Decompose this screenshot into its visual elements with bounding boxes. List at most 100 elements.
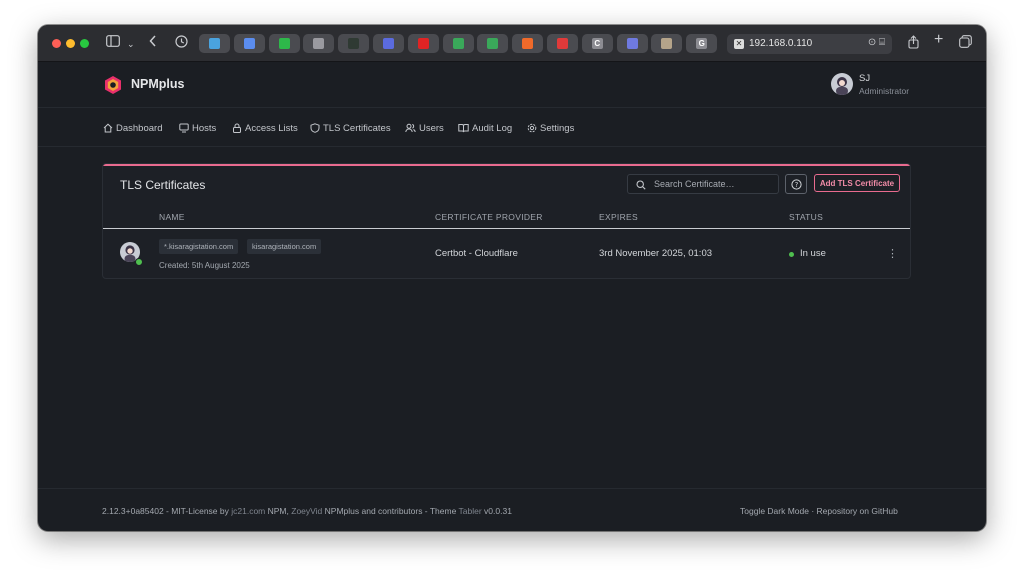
tab-favicon-icon <box>452 38 464 49</box>
tab-favicon-icon <box>626 38 638 49</box>
browser-tab-7[interactable] <box>407 34 439 53</box>
column-status: STATUS <box>789 212 824 222</box>
browser-tab-1[interactable] <box>199 34 230 53</box>
home-icon <box>103 123 113 133</box>
browser-tab-13[interactable] <box>616 34 648 53</box>
browser-tab-10[interactable] <box>512 34 544 53</box>
reader-icon[interactable]: ⊙ ⌸ <box>868 37 885 48</box>
expires-date: 3rd November 2025, 01:03 <box>599 248 713 259</box>
tab-favicon-icon <box>417 38 429 49</box>
help-button[interactable]: ? <box>785 174 807 194</box>
nav-access-lists-label: Access Lists <box>245 122 298 134</box>
footer-link-jc21[interactable]: jc21.com <box>231 506 265 516</box>
browser-tab-3[interactable] <box>268 34 300 53</box>
tab-favicon-icon <box>557 38 568 49</box>
users-icon <box>405 123 416 133</box>
nav-dashboard[interactable]: Dashboard <box>103 121 162 135</box>
browser-tab-2[interactable] <box>233 34 265 53</box>
sidebar-toggle-icon[interactable] <box>106 35 120 51</box>
nav-settings-label: Settings <box>540 122 575 134</box>
tab-favicon-icon: C <box>591 38 603 49</box>
tab-favicon-icon <box>487 38 499 49</box>
history-icon[interactable] <box>175 35 188 52</box>
browser-tab-11[interactable] <box>547 34 578 53</box>
lock-icon <box>233 123 241 133</box>
footer-link-zoeyvid[interactable]: ZoeyVid <box>291 506 322 516</box>
zoom-window-button[interactable] <box>80 39 89 48</box>
browser-toolbar: ⌄ C G ✕ 192.168.0.110 ⊙ ⌸ + <box>38 25 986 62</box>
brand-name[interactable]: NPMplus <box>131 77 184 91</box>
chevron-down-icon[interactable]: ⌄ <box>127 36 135 52</box>
tab-favicon-icon <box>522 38 534 49</box>
table-header: NAME CERTIFICATE PROVIDER EXPIRES STATUS <box>103 205 910 229</box>
url-text: 192.168.0.110 <box>749 38 813 49</box>
footer-text-1: NPM, <box>265 506 292 516</box>
column-provider: CERTIFICATE PROVIDER <box>435 212 543 222</box>
domain-tag: *.kisaragistation.com <box>159 239 239 254</box>
nav-tls-certificates-label: TLS Certificates <box>323 122 391 134</box>
back-icon[interactable] <box>149 35 157 51</box>
nav-tls-certificates[interactable]: TLS Certificates <box>310 121 391 135</box>
browser-tab-8[interactable] <box>442 34 474 53</box>
browser-tab-9[interactable] <box>477 34 509 53</box>
column-expires: EXPIRES <box>599 212 638 222</box>
user-avatar[interactable] <box>831 73 853 95</box>
footer-link-tabler[interactable]: Tabler <box>459 506 482 516</box>
search-input[interactable]: Search Certificate… <box>627 174 779 194</box>
browser-tab-6[interactable] <box>373 34 404 53</box>
tab-favicon-icon <box>383 38 394 49</box>
repository-link[interactable]: Repository on GitHub <box>817 506 898 516</box>
card-accent-bar <box>103 164 910 166</box>
footer: 2.12.3+0a85402 - MIT-License by jc21.com… <box>38 488 986 531</box>
browser-tab-4[interactable] <box>303 34 335 53</box>
tab-favicon-icon <box>313 38 325 49</box>
nav-hosts[interactable]: Hosts <box>179 121 216 135</box>
app-header: NPMplus SJ Administrator <box>38 62 986 108</box>
minimize-window-button[interactable] <box>66 39 75 48</box>
new-tab-icon[interactable]: + <box>934 32 943 48</box>
nav-access-lists[interactable]: Access Lists <box>232 121 298 135</box>
tab-favicon-icon <box>278 38 290 49</box>
user-role: Administrator <box>859 86 910 96</box>
main-nav: Dashboard Hosts Access Lists TLS Certifi… <box>38 108 986 147</box>
status-dot <box>789 252 794 257</box>
certificate-provider: Certbot - Cloudflare <box>435 248 518 259</box>
user-name[interactable]: SJ <box>859 73 870 84</box>
owner-online-badge <box>135 258 143 266</box>
nav-hosts-label: Hosts <box>192 122 217 134</box>
browser-tab-15[interactable]: G <box>686 34 718 53</box>
status-text: In use <box>800 248 826 259</box>
add-tls-certificate-button[interactable]: Add TLS Certificate <box>814 174 900 192</box>
nav-settings[interactable]: Settings <box>527 121 574 135</box>
book-icon <box>458 124 469 133</box>
card-title: TLS Certificates <box>120 178 206 192</box>
toggle-dark-mode-link[interactable]: Toggle Dark Mode <box>740 506 809 516</box>
nav-users[interactable]: Users <box>405 121 444 135</box>
tab-favicon-icon: G <box>696 38 708 49</box>
tab-overview-icon[interactable] <box>959 35 972 52</box>
column-name: NAME <box>159 212 185 222</box>
browser-tab-12[interactable]: C <box>581 34 613 53</box>
share-icon[interactable] <box>908 35 919 53</box>
nav-dashboard-label: Dashboard <box>116 122 163 134</box>
close-window-button[interactable] <box>52 39 61 48</box>
npmplus-logo-icon[interactable] <box>103 75 123 95</box>
browser-window: ⌄ C G ✕ 192.168.0.110 ⊙ ⌸ + NPMplus SJ Ad… <box>38 25 986 531</box>
footer-text-3: v0.0.31 <box>481 506 512 516</box>
footer-version: 2.12.3+0a85402 - MIT-License by <box>102 506 232 516</box>
footer-text-2: NPMplus and contributors - Theme <box>322 506 459 516</box>
created-date: Created: 5th August 2025 <box>159 261 250 270</box>
site-favicon-icon: ✕ <box>734 39 744 49</box>
row-menu-icon[interactable]: ⋮ <box>887 247 898 260</box>
shield-icon <box>310 123 320 133</box>
tls-certificates-card: TLS Certificates Search Certificate… ? A… <box>102 163 911 279</box>
table-row[interactable]: *.kisaragistation.com kisaragistation.co… <box>103 230 910 278</box>
browser-tab-5[interactable] <box>338 34 370 53</box>
nav-audit-log-label: Audit Log <box>472 122 513 134</box>
tab-favicon-icon <box>243 38 255 49</box>
svg-text:?: ? <box>794 181 798 189</box>
address-bar[interactable]: ✕ 192.168.0.110 ⊙ ⌸ <box>727 34 892 54</box>
browser-tab-14[interactable] <box>651 34 683 53</box>
nav-users-label: Users <box>419 122 444 134</box>
nav-audit-log[interactable]: Audit Log <box>458 121 512 135</box>
